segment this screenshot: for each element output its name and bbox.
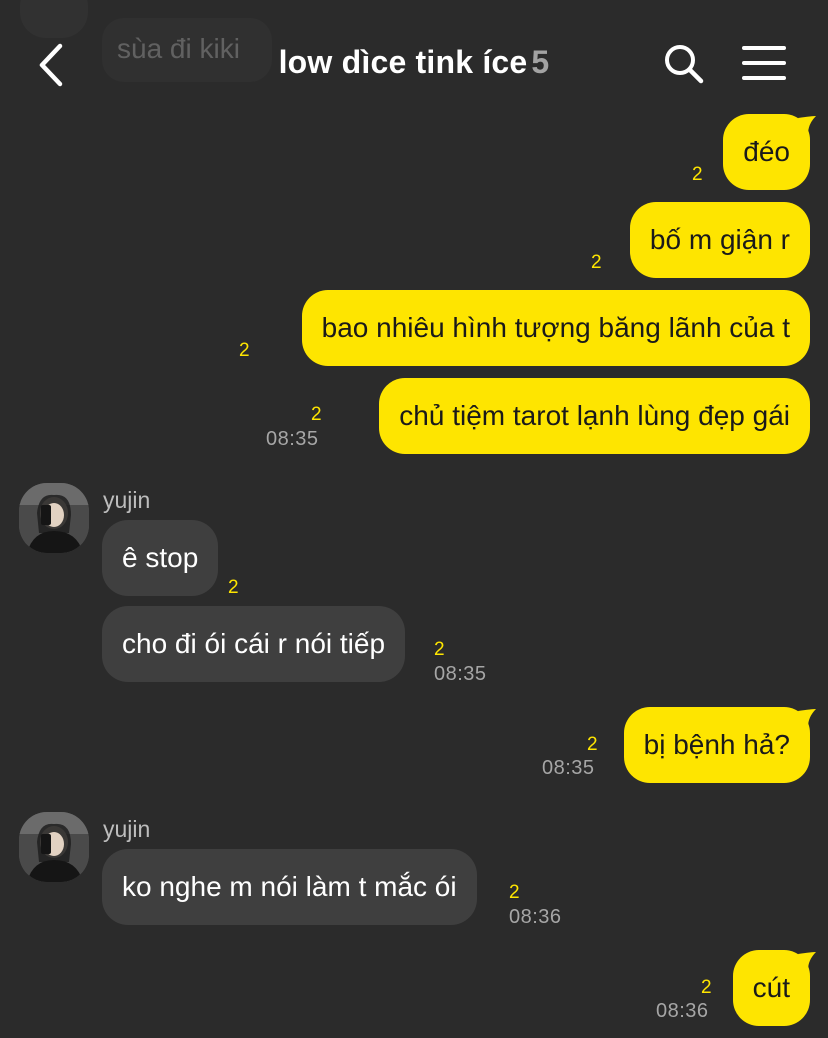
- my-message-bubble[interactable]: bố m giận r: [629, 202, 810, 278]
- message-text: bố m giận r: [649, 224, 790, 255]
- unread-count: 2: [239, 340, 250, 361]
- message-timestamp: 08:36: [656, 1000, 709, 1022]
- message-text: đéo: [743, 136, 790, 167]
- unread-count: 2: [311, 404, 322, 425]
- message-text: ko nghe m nói làm t mắc ói: [122, 871, 457, 902]
- search-icon: [665, 45, 704, 84]
- unread-count: 2: [228, 577, 239, 598]
- message-text: cho đi ói cái r nói tiếp: [122, 628, 386, 659]
- message-timestamp: 08:35: [266, 428, 319, 450]
- chat-room-name: low dìce tink íce: [278, 44, 528, 80]
- sender-name: yujin: [103, 816, 151, 842]
- profile-photo-icon: [19, 812, 89, 882]
- unread-count: 2: [701, 977, 712, 998]
- message-text: chủ tiệm tarot lạnh lùng đẹp gái: [399, 400, 790, 431]
- unread-count: 2: [591, 252, 602, 273]
- their-message-bubble[interactable]: ê stop: [102, 520, 219, 596]
- chat-header: low dìce tink íce 5: [0, 0, 828, 110]
- my-message-bubble[interactable]: bao nhiêu hình tượng băng lãnh của t: [301, 290, 810, 366]
- avatar[interactable]: [19, 812, 89, 882]
- unread-count: 2: [587, 734, 598, 755]
- chat-screen: sùa đi kiki low dìce tink íce 5 đéo 2 bố…: [0, 0, 828, 1038]
- message-text: bao nhiêu hình tượng băng lãnh của t: [321, 312, 790, 343]
- bubble-tail: [798, 952, 816, 970]
- sender-name: yujin: [103, 487, 151, 513]
- my-message-bubble[interactable]: bị bệnh hả?: [623, 707, 810, 783]
- avatar[interactable]: [19, 483, 89, 553]
- profile-photo-icon: [19, 483, 89, 553]
- message-text: ê stop: [122, 542, 199, 573]
- message-timestamp: 08:35: [542, 757, 595, 779]
- unread-count: 2: [509, 882, 520, 903]
- menu-button[interactable]: [740, 44, 788, 84]
- bubble-tail: [798, 116, 816, 134]
- their-message-bubble[interactable]: cho đi ói cái r nói tiếp: [102, 606, 406, 682]
- unread-count: 2: [434, 639, 445, 660]
- message-text: cút: [752, 972, 790, 1003]
- message-text: bị bệnh hả?: [643, 729, 790, 760]
- message-timestamp: 08:36: [509, 906, 562, 928]
- search-button[interactable]: [662, 42, 706, 86]
- message-timestamp: 08:35: [434, 663, 487, 685]
- bubble-tail: [798, 709, 816, 727]
- hamburger-menu-icon: [742, 46, 786, 80]
- their-message-bubble[interactable]: ko nghe m nói làm t mắc ói: [102, 849, 477, 925]
- my-message-bubble[interactable]: đéo: [723, 114, 810, 190]
- unread-count: 2: [692, 164, 703, 185]
- my-message-bubble[interactable]: chủ tiệm tarot lạnh lùng đẹp gái: [379, 378, 810, 454]
- member-count: 5: [531, 44, 550, 80]
